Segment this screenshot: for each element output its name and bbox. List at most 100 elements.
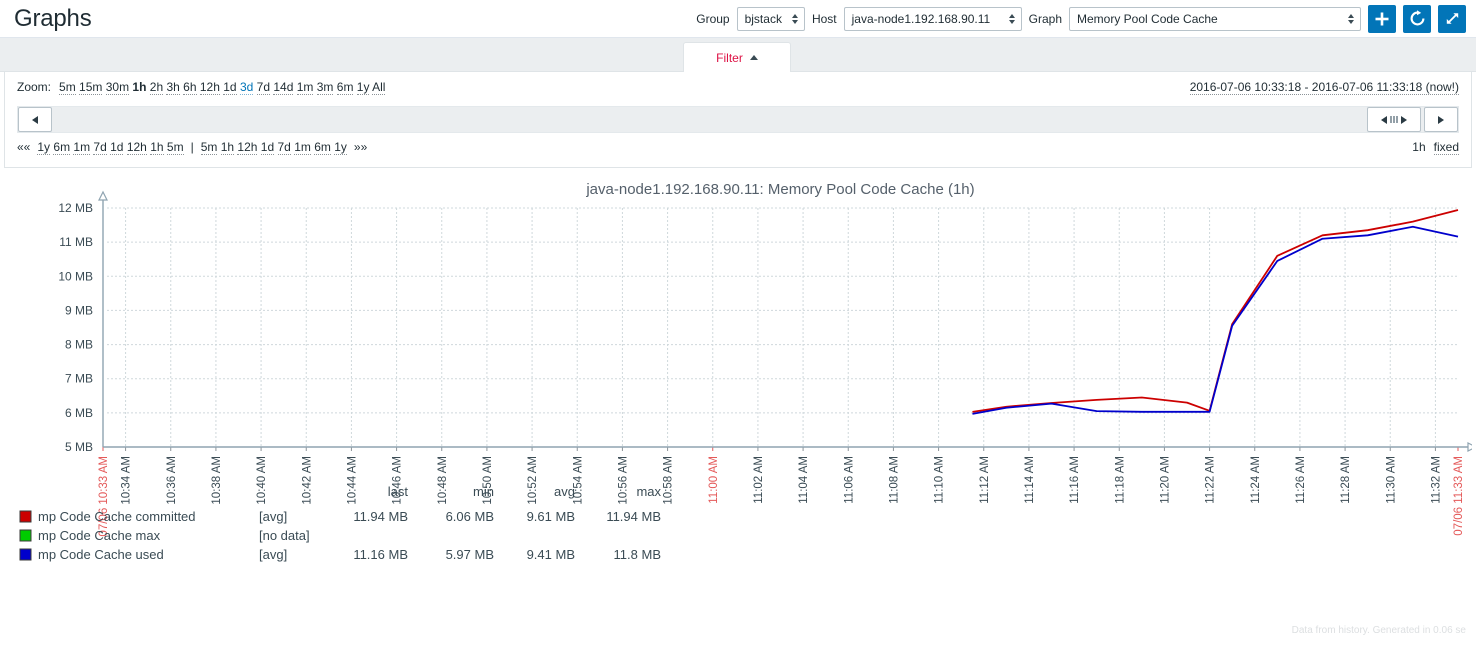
y-axis-label: 7 MB xyxy=(65,372,93,386)
host-select-value: java-node1.192.168.90.11 xyxy=(851,11,991,26)
chevron-updown-icon xyxy=(1348,13,1354,24)
period-mode-link[interactable]: fixed xyxy=(1433,140,1459,155)
zoom-link-1h[interactable]: 1h xyxy=(132,80,146,94)
zoom-link-All[interactable]: All xyxy=(372,80,386,95)
zoom-link-6h[interactable]: 6h xyxy=(183,80,197,95)
footer-note: Data from history. Generated in 0.06 se xyxy=(1291,625,1466,636)
quicklink-prev-1y[interactable]: 1y xyxy=(37,140,51,155)
x-axis-label: 11:12 AM xyxy=(979,456,991,504)
quicklink-prev-1m[interactable]: 1m xyxy=(73,140,91,155)
refresh-button[interactable] xyxy=(1403,4,1431,33)
legend-column-header: last xyxy=(388,484,409,499)
zoom-link-7d[interactable]: 7d xyxy=(256,80,271,95)
plus-icon xyxy=(1375,12,1389,25)
quicklinks-prev: 1y 6m 1m 7d 1d 12h 1h 5m xyxy=(37,140,184,155)
legend-value-max: 11.8 MB xyxy=(614,547,661,562)
zoom-link-5m[interactable]: 5m xyxy=(59,80,76,95)
quicklink-next-1m[interactable]: 1m xyxy=(294,140,311,155)
zoom-link-12h[interactable]: 12h xyxy=(199,80,220,95)
graph-label: Graph xyxy=(1028,11,1062,26)
zoom-link-15m[interactable]: 15m xyxy=(79,80,103,95)
quicklink-prev-6m[interactable]: 6m xyxy=(53,140,71,155)
header-controls: Group bjstack Host java-node1.192.168.90… xyxy=(696,4,1466,33)
legend-series-name: mp Code Cache used xyxy=(38,547,164,562)
quicklink-next-7d[interactable]: 7d xyxy=(277,140,291,155)
scroll-left-button[interactable] xyxy=(18,107,52,132)
graph-select[interactable]: Memory Pool Code Cache xyxy=(1069,6,1361,31)
quicklink-prev-7d[interactable]: 7d xyxy=(93,140,107,155)
legend-series-name: mp Code Cache max xyxy=(38,528,161,543)
zoom-link-14d[interactable]: 14d xyxy=(273,80,294,95)
legend-value-last: 11.94 MB xyxy=(353,509,408,524)
zoom-link-6m[interactable]: 6m xyxy=(336,80,354,95)
x-axis-label: 11:16 AM xyxy=(1069,456,1081,504)
series-line xyxy=(972,209,1459,413)
quicklink-prev-1d[interactable]: 1d xyxy=(110,140,124,155)
chevron-updown-icon xyxy=(791,13,798,24)
graph-select-value: Memory Pool Code Cache xyxy=(1077,11,1218,26)
legend-color-swatch xyxy=(19,529,32,542)
x-axis-label: 10:36 AM xyxy=(166,456,178,505)
quicklink-next-1y[interactable]: 1y xyxy=(334,140,347,155)
quicklink-next-6m[interactable]: 6m xyxy=(314,140,331,155)
next-chevrons[interactable]: »» xyxy=(354,140,367,154)
add-graph-button[interactable] xyxy=(1368,4,1396,33)
legend-column-header: max xyxy=(636,484,661,499)
x-axis-label: 11:10 AM xyxy=(934,456,946,504)
quicklink-prev-5m[interactable]: 5m xyxy=(166,140,184,155)
period-summary: 1h fixed xyxy=(1412,140,1459,155)
legend-column-header: avg xyxy=(554,484,575,499)
time-scrollbar[interactable] xyxy=(17,106,1459,133)
zoom-link-1y[interactable]: 1y xyxy=(356,80,370,95)
x-axis-arrow xyxy=(1467,442,1472,452)
quicklink-next-1h[interactable]: 1h xyxy=(220,140,235,155)
zoom-link-2h[interactable]: 2h xyxy=(149,80,164,95)
quicklink-prev-1h[interactable]: 1h xyxy=(150,140,164,155)
quicklink-next-1d[interactable]: 1d xyxy=(260,140,275,155)
legend-color-swatch xyxy=(19,510,32,523)
x-axis-label: 11:26 AM xyxy=(1295,456,1307,504)
zoom-link-1d[interactable]: 1d xyxy=(223,80,237,95)
x-axis-label: 07/06 11:33 AM xyxy=(1453,456,1465,536)
group-select[interactable]: bjstack xyxy=(736,6,805,31)
legend-series-function: [no data] xyxy=(259,528,310,543)
quicklink-next-5m[interactable]: 5m xyxy=(200,140,218,155)
fullscreen-button[interactable] xyxy=(1438,4,1466,33)
legend-value-avg: 9.61 MB xyxy=(527,509,575,524)
y-axis-label: 8 MB xyxy=(65,338,93,352)
expand-icon xyxy=(1446,13,1458,24)
host-select[interactable]: java-node1.192.168.90.11 xyxy=(843,6,1022,31)
quicklinks-separator: | xyxy=(190,140,194,154)
scrollbar-handle[interactable] xyxy=(1367,107,1421,132)
legend-value-avg: 9.41 MB xyxy=(527,547,575,562)
tab-filter[interactable]: Filter xyxy=(683,42,791,72)
zoom-links: 5m 15m 30m 1h 2h 3h 6h 12h 1d 3d 7d 14d … xyxy=(59,80,386,95)
scroll-right-button[interactable] xyxy=(1424,107,1458,132)
triangle-left-icon xyxy=(1381,115,1388,124)
zoom-link-3d[interactable]: 3d xyxy=(239,80,254,95)
filter-panel: Zoom: 5m 15m 30m 1h 2h 3h 6h 12h 1d 3d 7… xyxy=(4,72,1472,168)
quicklink-prev-12h[interactable]: 12h xyxy=(126,140,147,155)
zoom-link-30m[interactable]: 30m xyxy=(105,80,130,95)
legend-series-function: [avg] xyxy=(259,547,287,562)
x-axis-label: 11:08 AM xyxy=(888,456,900,504)
zoom-link-3h[interactable]: 3h xyxy=(166,80,180,95)
prev-chevrons[interactable]: «« xyxy=(17,140,30,154)
x-axis-label: 10:52 AM xyxy=(527,456,539,505)
zoom-link-3m[interactable]: 3m xyxy=(316,80,334,95)
triangle-right-icon xyxy=(1400,115,1407,124)
legend-series-function: [avg] xyxy=(259,509,287,524)
x-axis-label: 11:00 AM xyxy=(708,456,720,504)
y-axis-label: 11 MB xyxy=(59,235,93,249)
legend-series-name: mp Code Cache committed xyxy=(38,509,196,524)
x-axis-label: 10:44 AM xyxy=(346,456,358,505)
quicklink-next-12h[interactable]: 12h xyxy=(237,140,258,155)
legend-column-header: min xyxy=(473,484,494,499)
tab-strip: Filter xyxy=(0,38,1476,72)
x-axis-label: 10:58 AM xyxy=(663,456,675,505)
x-axis-label: 10:38 AM xyxy=(211,456,223,505)
x-axis-label: 10:34 AM xyxy=(121,456,133,505)
time-range-text[interactable]: 2016-07-06 10:33:18 - 2016-07-06 11:33:1… xyxy=(1189,80,1459,95)
zoom-link-1m[interactable]: 1m xyxy=(296,80,314,95)
memory-pool-graph[interactable]: java-node1.192.168.90.11: Memory Pool Co… xyxy=(4,178,1472,640)
